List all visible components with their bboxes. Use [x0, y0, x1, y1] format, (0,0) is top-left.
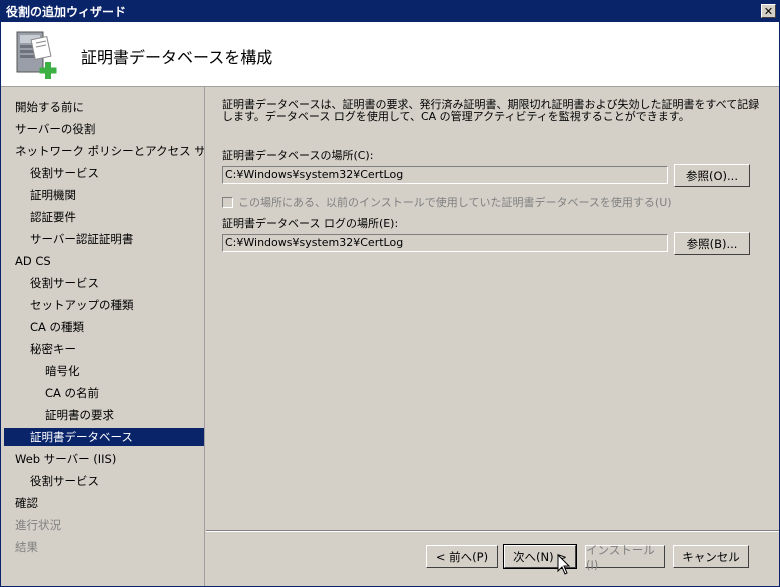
reuse-db-option: この場所にある、以前のインストールで使用していた証明書データベースを使用する(U… [222, 194, 672, 210]
nav-item-ca-type[interactable]: CA の種類 [4, 318, 204, 336]
wizard-window: 役割の追加ウィザード ✕ 証明書データベースを構成 開始する前に サーバーの役割… [0, 0, 780, 587]
nav-item-ad-cs[interactable]: AD CS [4, 252, 204, 270]
nav-item-cert-request[interactable]: 証明書の要求 [4, 406, 204, 424]
nav-item-ca-name[interactable]: CA の名前 [4, 384, 204, 402]
wizard-step-nav: 開始する前に サーバーの役割 ネットワーク ポリシーとアクセス サービ... 役… [1, 87, 205, 586]
nav-item-certification-authority[interactable]: 証明機関 [4, 186, 204, 204]
reuse-db-checkbox-label: この場所にある、以前のインストールで使用していた証明書データベースを使用する(U… [238, 196, 672, 209]
nav-item-setup-type[interactable]: セットアップの種類 [4, 296, 204, 314]
nav-item-server-auth-cert[interactable]: サーバー認証証明書 [4, 230, 204, 248]
wizard-header: 証明書データベースを構成 [1, 22, 779, 87]
nav-item-nps[interactable]: ネットワーク ポリシーとアクセス サービ... [4, 142, 204, 160]
nav-item-cryptography[interactable]: 暗号化 [4, 362, 204, 380]
log-location-field[interactable]: C:¥Windows¥system32¥CertLog [222, 234, 668, 252]
nav-item-adcs-role-services[interactable]: 役割サービス [4, 274, 204, 292]
title-bar[interactable]: 役割の追加ウィザード ✕ [1, 1, 779, 22]
nav-item-confirmation[interactable]: 確認 [4, 494, 204, 512]
close-icon: ✕ [763, 4, 774, 18]
back-button[interactable]: < 前へ(P) [426, 545, 498, 568]
nav-item-progress: 進行状況 [15, 518, 61, 532]
cancel-button[interactable]: キャンセル [673, 545, 749, 568]
install-button: インストール(I) [585, 543, 665, 572]
nav-item-results: 結果 [15, 540, 38, 554]
db-location-field[interactable]: C:¥Windows¥system32¥CertLog [222, 166, 668, 184]
reuse-db-checkbox [222, 196, 233, 208]
window-title: 役割の追加ウィザード [6, 5, 127, 19]
page-title: 証明書データベースを構成 [81, 48, 273, 67]
mouse-pointer-icon [557, 554, 571, 575]
nav-item-cert-database[interactable]: 証明書データベース [4, 428, 204, 446]
close-button[interactable]: ✕ [761, 4, 776, 18]
browse-db-button[interactable]: 参照(O)... [674, 164, 750, 187]
nav-item-auth-requirements[interactable]: 認証要件 [4, 208, 204, 226]
nav-item-iis-role-services[interactable]: 役割サービス [4, 472, 204, 490]
main-content: 証明書データベースは、証明書の要求、発行済み証明書、期限切れ証明書および失効した… [205, 87, 779, 530]
footer-divider [206, 530, 779, 532]
nav-item-before-you-begin[interactable]: 開始する前に [4, 98, 204, 116]
nav-item-server-roles[interactable]: サーバーの役割 [4, 120, 204, 138]
description-text: 証明書データベースは、証明書の要求、発行済み証明書、期限切れ証明書および失効した… [222, 98, 760, 123]
browse-log-button[interactable]: 参照(B)... [674, 232, 750, 255]
nav-item-private-key[interactable]: 秘密キー [4, 340, 204, 358]
db-location-label: 証明書データベースの場所(C): [222, 149, 374, 162]
server-role-add-icon [16, 31, 57, 79]
nav-item-web-server-iis[interactable]: Web サーバー (IIS) [4, 450, 204, 468]
nav-item-nps-role-services[interactable]: 役割サービス [4, 164, 204, 182]
log-location-label: 証明書データベース ログの場所(E): [222, 217, 399, 230]
